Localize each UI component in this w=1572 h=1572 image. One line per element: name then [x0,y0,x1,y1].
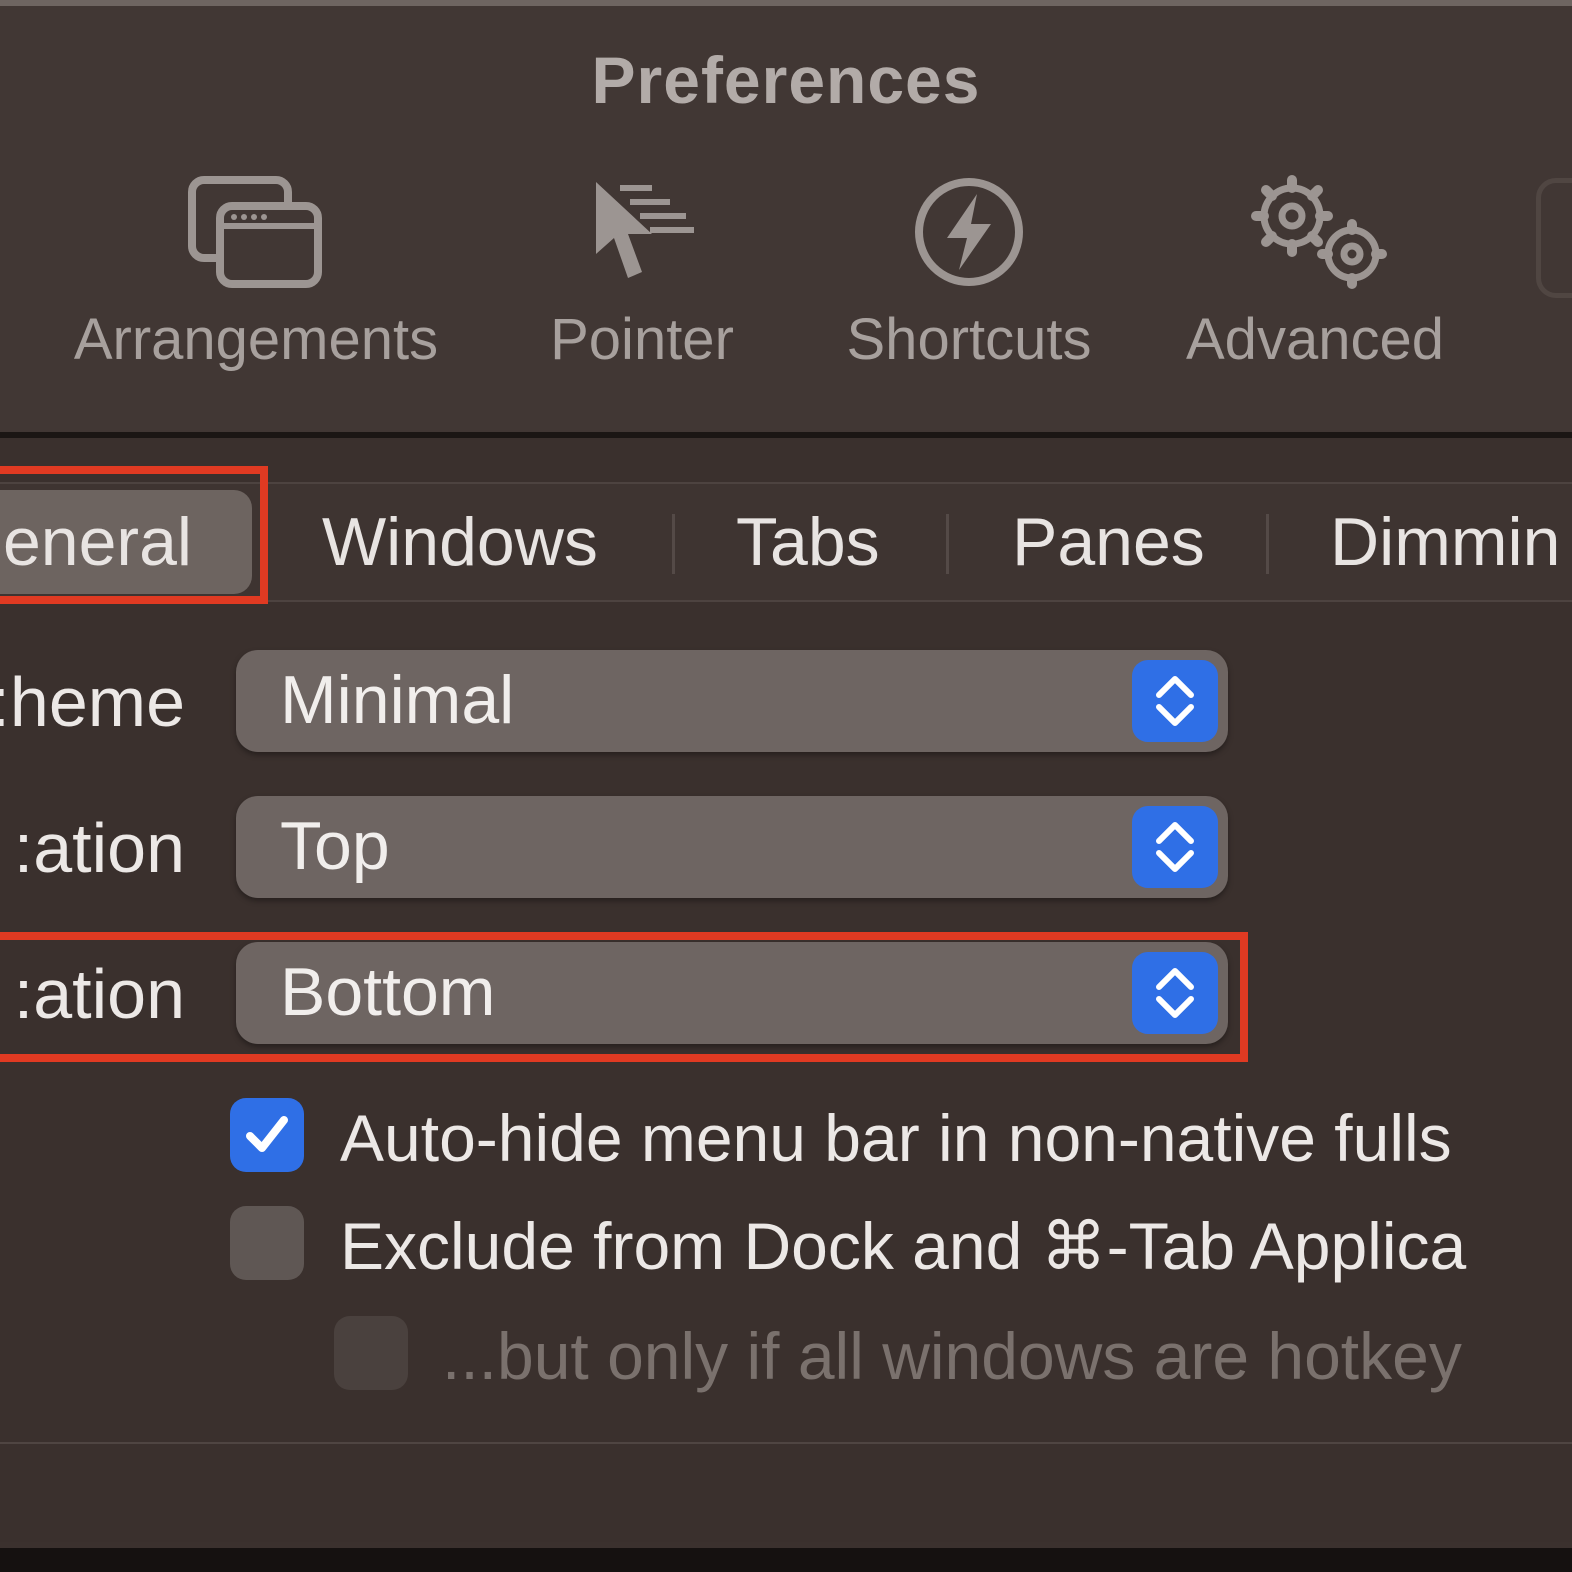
auto-hide-menu-bar-checkbox[interactable] [230,1098,304,1172]
tab-dimming[interactable]: Dimmin [1330,484,1560,600]
status-bar-location-highlight [0,932,1248,1062]
window-title: Preferences [591,43,981,117]
chevron-up-down-icon [1156,822,1194,872]
tab-separator [946,514,949,574]
toolbar-shortcuts-label: Shortcuts [846,307,1092,372]
only-if-hotkey-windows-label: ...but only if all windows are hotkey [442,1319,1462,1393]
theme-value: Minimal [280,662,515,738]
toolbar-shortcuts[interactable]: Shortcuts [814,174,1124,373]
tab-tabs[interactable]: Tabs [736,484,880,600]
tab-bar-location-select[interactable]: Top [236,796,1228,898]
pointer-icon [596,182,694,278]
auto-hide-menu-bar-label: Auto-hide menu bar in non-native fulls [340,1101,1452,1175]
toolbar-pointer[interactable]: Pointer [512,174,772,373]
tab-bar-location-stepper[interactable] [1132,806,1218,888]
general-tab-highlight [0,466,268,604]
general-pane: eneral Windows Tabs Panes Dimmin heme: M… [0,438,1572,1542]
exclude-from-dock-label: Exclude from Dock and ⌘-Tab Applica [340,1209,1467,1283]
shortcuts-bolt-icon [915,178,1023,286]
toolbar-advanced-label: Advanced [1186,307,1444,372]
tab-separator [672,514,675,574]
only-if-hotkey-windows-checkbox [334,1316,408,1390]
gears-icon [1251,175,1387,289]
chevron-up-down-icon [1156,676,1194,726]
arrangements-icon [188,176,322,288]
preferences-toolbar: Preferences Arrangements Pointer Shortcu… [0,6,1572,434]
toolbar-advanced[interactable]: Advanced [1160,174,1470,373]
preferences-window: Preferences Arrangements Pointer Shortcu… [0,0,1572,1572]
tab-separator [1266,514,1269,574]
tab-bar-location-label: ation: [13,809,185,887]
exclude-from-dock-checkbox[interactable] [230,1206,304,1280]
pane-bottom-divider [0,1442,1572,1444]
toolbar-partial-item[interactable] [1536,178,1572,298]
window-bottom-edge [0,1548,1572,1572]
toolbar-pointer-label: Pointer [550,307,734,372]
tab-bar-location-value: Top [280,808,390,884]
toolbar-arrangements-label: Arrangements [73,307,439,372]
theme-label: heme: [0,663,185,741]
tab-windows[interactable]: Windows [322,484,598,600]
tab-panes[interactable]: Panes [1012,484,1205,600]
theme-stepper[interactable] [1132,660,1218,742]
checkmark-icon [246,1116,288,1152]
toolbar-arrangements[interactable]: Arrangements [36,174,476,373]
theme-select[interactable]: Minimal [236,650,1228,752]
